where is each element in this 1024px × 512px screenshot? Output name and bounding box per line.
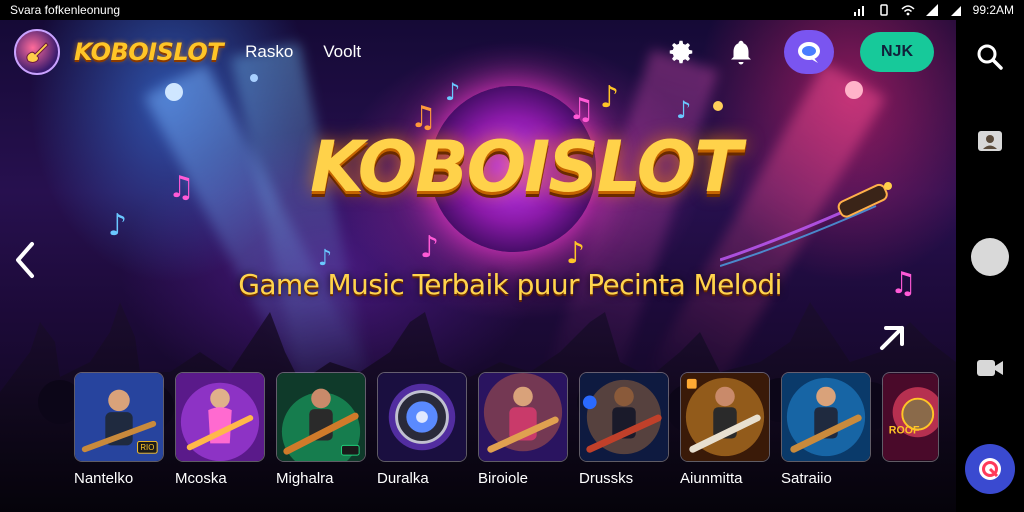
home-button[interactable] [971,238,1009,276]
game-card[interactable]: Satraiio [781,372,871,487]
status-icons: 99:2AM [853,3,1014,17]
video-call-icon[interactable] [975,356,1005,380]
music-note-icon: ♪ [566,236,586,271]
game-card[interactable]: Drussks [579,372,669,487]
game-thumbnail[interactable] [680,372,770,462]
game-thumbnail[interactable]: ROOF [882,372,939,462]
guitarist-image [479,373,567,461]
chat-icon [798,42,820,63]
game-title[interactable]: Aiunmitta [680,470,743,487]
game-card[interactable]: ROOF [882,372,939,487]
guitar-logo-icon [26,42,49,63]
game-thumbnail[interactable]: RIO [74,372,164,462]
chevron-left-icon[interactable] [10,240,40,280]
system-side-rail [956,20,1024,512]
assistant-icon [979,458,1001,480]
game-title[interactable]: Duralka [377,470,429,487]
game-card[interactable]: Duralka [377,372,467,487]
assistant-button[interactable] [965,444,1015,494]
guitarist-image [681,373,769,461]
status-time: 99:2AM [972,3,1014,17]
speaker-image: ROOF [883,373,938,461]
brand-name[interactable]: KOBOISLOT [74,38,224,66]
guitarist-image [782,373,870,461]
search-icon[interactable] [975,42,1005,72]
settings-icon [669,40,693,64]
status-bar: Svara fofkenleonung 99:2AM [0,0,1024,20]
game-carousel: RIO Nantelko Mcoska Mighalra Duralka Bir… [74,372,939,487]
game-card[interactable]: Mighalra [276,372,366,487]
screen: Svara fofkenleonung 99:2AM KOBOISLOT Ras… [0,0,1024,512]
music-note-icon: ♫ [568,92,595,127]
vibrate-icon [879,4,888,16]
battery-icon [950,6,961,16]
music-note-icon: ♫ [168,170,195,205]
chat-button[interactable] [784,30,834,74]
music-note-icon: ♪ [108,208,128,243]
game-badge: RIO [140,443,154,452]
game-card[interactable]: Mcoska [175,372,265,487]
game-title[interactable]: Satraiio [781,470,832,487]
game-thumbnail[interactable] [579,372,669,462]
game-card[interactable]: Biroiole [478,372,568,487]
game-title[interactable]: Mighalra [276,470,334,487]
game-card[interactable]: Aiunmitta [680,372,770,487]
game-thumbnail[interactable] [175,372,265,462]
speaker-image [378,373,466,461]
game-title[interactable]: Biroiole [478,470,528,487]
notifications-button[interactable] [724,35,758,69]
guitarist-image [277,373,365,461]
music-note-icon: ♪ [600,80,620,115]
game-title[interactable]: Nantelko [74,470,133,487]
settings-button[interactable] [664,35,698,69]
music-note-icon: ♪ [676,96,692,124]
top-nav: Rasko Voolt [245,42,361,62]
game-title[interactable]: Mcoska [175,470,227,487]
nav-link-voolt[interactable]: Voolt [323,42,361,62]
signal-icon [853,6,864,16]
game-thumbnail[interactable] [377,372,467,462]
game-badge: ROOF [889,424,920,436]
game-thumbnail[interactable] [478,372,568,462]
app-header: KOBOISLOT Rasko Voolt NJK [0,20,956,84]
nav-link-rasko[interactable]: Rasko [245,42,293,62]
cell-signal-icon [925,4,938,16]
app-screen: KOBOISLOT Rasko Voolt NJK KOBOISLOT Game… [0,20,956,512]
chevron-right-icon[interactable] [874,318,910,354]
wifi-icon [901,5,915,16]
bell-icon [731,40,751,65]
logo-badge[interactable] [14,29,60,75]
header-actions: NJK [664,30,942,74]
music-note-icon: ♪ [420,230,440,265]
contact-card-icon[interactable] [975,128,1005,156]
game-title[interactable]: Drussks [579,470,633,487]
game-card[interactable]: RIO Nantelko [74,372,164,487]
music-note-icon: ♫ [890,266,917,301]
hero-title: KOBOISLOT [310,126,742,208]
game-thumbnail[interactable] [781,372,871,462]
guitarist-image: RIO [75,373,163,461]
guitarist-image [580,373,668,461]
njk-button[interactable]: NJK [860,32,934,72]
hero-tagline: Game Music Terbaik puur Pecinta Melodi [238,268,782,301]
status-text: Svara fofkenleonung [10,3,121,17]
game-thumbnail[interactable] [276,372,366,462]
guitarist-image [176,373,264,461]
